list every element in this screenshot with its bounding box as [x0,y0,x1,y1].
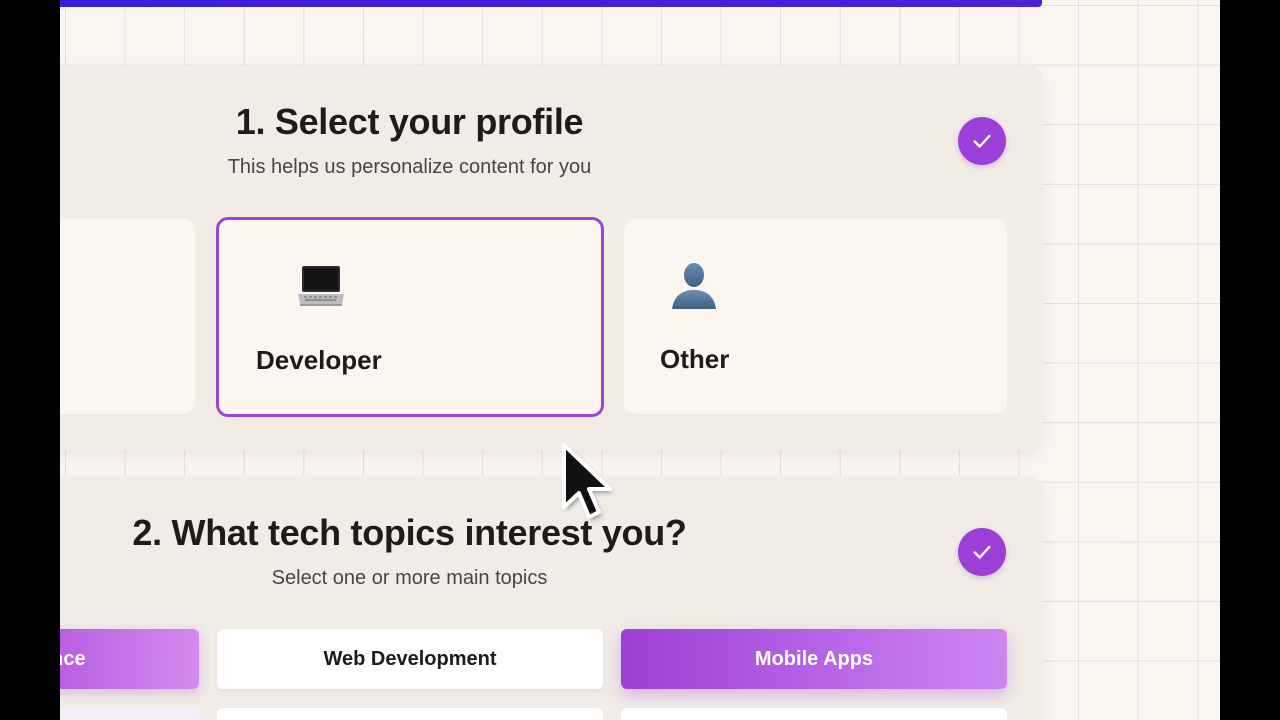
topic-option-web-development[interactable]: Web Development [217,629,603,689]
step-2-subtitle: Select one or more main topics [271,567,548,589]
profile-option-other[interactable]: Other [624,219,1007,414]
topic-option-row-2[interactable] [60,708,199,720]
topic-option-row-2[interactable] [217,708,603,720]
letterbox-right [1220,0,1280,720]
laptop-icon [298,266,344,306]
onboarding-page: 1. Select your profile This helps us per… [60,0,1220,720]
check-icon [958,117,1006,165]
person-icon [672,263,716,309]
topic-label: Web Development [323,647,497,670]
step-2-title: 2. What tech topics interest you? [132,512,687,553]
topic-label: ence [60,647,86,670]
mouse-cursor-icon [562,443,613,521]
step-1-subtitle: This helps us personalize content for yo… [227,156,592,178]
step-1-title: 1. Select your profile [235,101,584,142]
topic-option-mobile-apps[interactable]: Mobile Apps [621,629,1007,689]
profile-label-developer: Developer [256,345,382,375]
profile-option-partial[interactable] [60,219,195,414]
topic-option-partial[interactable]: ence [60,629,199,689]
check-icon [958,528,1006,576]
profile-option-developer[interactable]: Developer [216,217,604,417]
topic-label: Mobile Apps [754,647,874,670]
progress-bar [60,0,1042,7]
profile-label-other: Other [660,344,730,374]
topic-option-row-2[interactable] [621,708,1007,720]
